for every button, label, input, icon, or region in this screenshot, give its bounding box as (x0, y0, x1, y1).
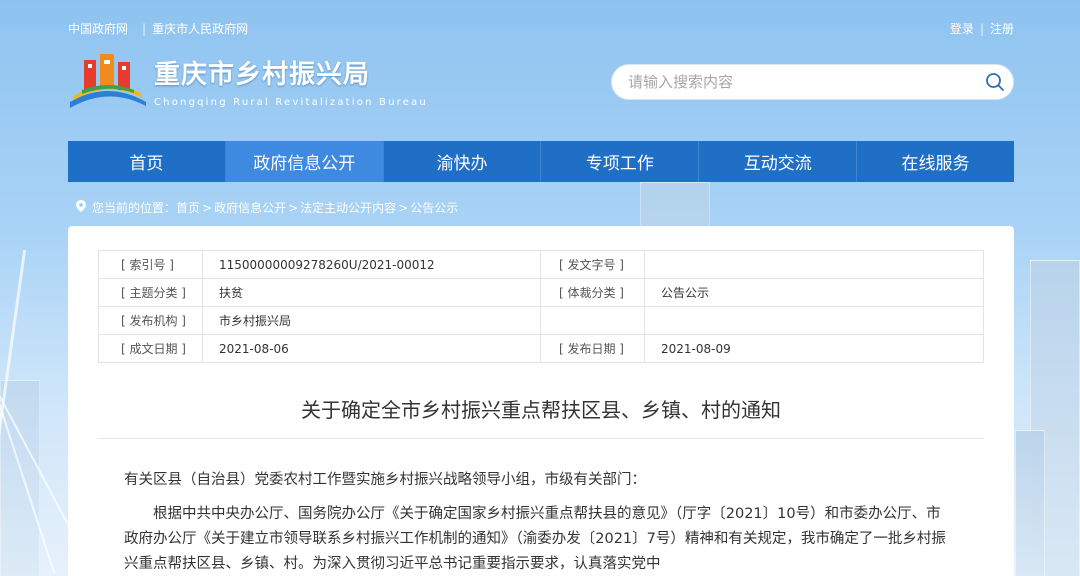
login-link[interactable]: 登录 (950, 22, 974, 36)
document-title: 关于确定全市乡村振兴重点帮扶区县、乡镇、村的通知 (301, 398, 781, 422)
org-value: 市乡村振兴局 (202, 306, 541, 335)
published-value: 2021-08-09 (644, 334, 984, 363)
nav-online-service[interactable]: 在线服务 (857, 141, 1014, 182)
separator: > (288, 200, 299, 215)
search-input[interactable] (628, 73, 977, 91)
location-pin-icon (76, 200, 86, 215)
breadcrumb-home[interactable]: 首页 (176, 199, 200, 216)
gov-site-link[interactable]: 中国政府网 (68, 22, 128, 36)
bureau-emblem-icon (68, 50, 148, 112)
docno-value (644, 250, 984, 279)
breadcrumb-statutory[interactable]: 法定主动公开内容 (300, 199, 396, 216)
table-row: [ 索引号 ] 11500000009278260U/2021-00012 [ … (98, 250, 984, 279)
site-logo[interactable]: 重庆市乡村振兴局 Chongqing Rural Revitalization … (68, 50, 428, 112)
site-subtitle: Chongqing Rural Revitalization Bureau (154, 97, 428, 108)
cq-gov-site-link[interactable]: 重庆市人民政府网 (152, 22, 248, 36)
topic-value: 扶贫 (202, 278, 541, 307)
docno-label: [ 发文字号 ] (540, 250, 645, 279)
genre-label: [ 体裁分类 ] (540, 278, 645, 307)
separator: | (979, 22, 984, 36)
nav-yukuaiban[interactable]: 渝快办 (384, 141, 542, 182)
register-link[interactable]: 注册 (990, 22, 1014, 36)
salutation: 有关区县（自治县）党委农村工作暨实施乡村振兴战略领导小组，市级有关部门： (124, 472, 646, 488)
search-button[interactable] (977, 64, 1013, 100)
empty-cell (644, 306, 984, 335)
document-body: 有关区县（自治县）党委农村工作暨实施乡村振兴战略领导小组，市级有关部门： 根据中… (124, 468, 954, 576)
separator: > (398, 200, 409, 215)
search-box (611, 64, 1014, 100)
empty-cell (540, 306, 645, 335)
nav-special-work[interactable]: 专项工作 (541, 141, 700, 182)
title-divider (98, 438, 984, 439)
breadcrumb-prefix: 您当前的位置： (92, 201, 177, 215)
breadcrumb-notice[interactable]: 公告公示 (410, 199, 458, 216)
site-title: 重庆市乡村振兴局 (154, 60, 371, 90)
created-label: [ 成文日期 ] (98, 334, 203, 363)
table-row: [ 发布机构 ] 市乡村振兴局 (98, 306, 984, 335)
created-value: 2021-08-06 (202, 334, 541, 363)
article-panel: [ 索引号 ] 11500000009278260U/2021-00012 [ … (68, 226, 1014, 576)
nav-interaction[interactable]: 互动交流 (699, 141, 858, 182)
document-meta-table: [ 索引号 ] 11500000009278260U/2021-00012 [ … (98, 250, 984, 363)
index-label: [ 索引号 ] (98, 250, 203, 279)
body-paragraph: 根据中共中央办公厅、国务院办公厅《关于确定国家乡村振兴重点帮扶县的意见》（厅字〔… (124, 506, 946, 572)
search-icon (986, 73, 1004, 91)
nav-home[interactable]: 首页 (68, 141, 226, 182)
table-row: [ 成文日期 ] 2021-08-06 [ 发布日期 ] 2021-08-09 (98, 334, 984, 363)
separator: > (202, 200, 213, 215)
breadcrumb-gov-info[interactable]: 政府信息公开 (214, 199, 286, 216)
separator: | (142, 22, 147, 36)
published-label: [ 发布日期 ] (540, 334, 645, 363)
auth-links: 登录 | 注册 (950, 20, 1014, 37)
nav-gov-info[interactable]: 政府信息公开 (225, 141, 384, 182)
table-row: [ 主题分类 ] 扶贫 [ 体裁分类 ] 公告公示 (98, 278, 984, 307)
org-label: [ 发布机构 ] (98, 306, 203, 335)
genre-value: 公告公示 (644, 278, 984, 307)
topic-label: [ 主题分类 ] (98, 278, 203, 307)
breadcrumb: 您当前的位置： 首页 > 政府信息公开 > 法定主动公开内容 > 公告公示 (76, 199, 458, 216)
top-links: 中国政府网 | 重庆市人民政府网 (68, 20, 256, 37)
index-value: 11500000009278260U/2021-00012 (202, 250, 541, 279)
main-nav: 首页 政府信息公开 渝快办 专项工作 互动交流 在线服务 (68, 141, 1014, 182)
